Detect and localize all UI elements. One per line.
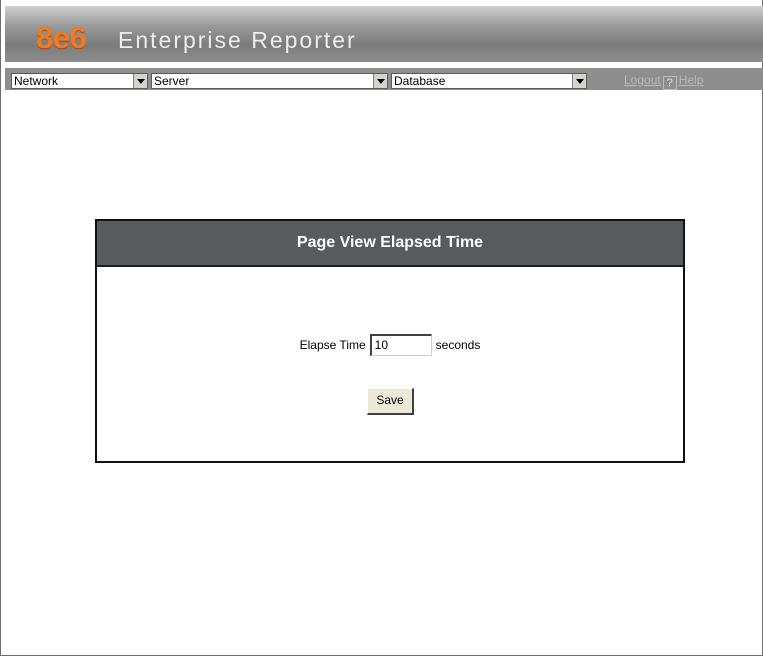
app-header: 8e6 Enterprise Reporter <box>5 6 763 62</box>
chevron-down-icon[interactable] <box>133 74 147 88</box>
help-link[interactable]: Help <box>679 73 704 87</box>
elapsed-time-panel: Page View Elapsed Time Elapse Time 10 seco… <box>95 219 685 463</box>
database-select-value: Database <box>394 74 446 88</box>
elapse-time-label: Elapse Time <box>299 338 366 352</box>
panel-title: Page View Elapsed Time <box>97 221 683 265</box>
chevron-down-icon[interactable] <box>572 74 586 88</box>
seconds-label: seconds <box>435 338 481 352</box>
logout-link[interactable]: Logout <box>624 73 661 87</box>
save-button[interactable]: Save <box>367 388 414 415</box>
logo-text: Enterprise Reporter <box>118 27 357 53</box>
network-select-value: Network <box>14 74 59 88</box>
chevron-down-icon[interactable] <box>373 74 387 88</box>
logo-number: 8e6 <box>36 20 87 55</box>
elapse-time-input[interactable]: 10 <box>369 334 432 356</box>
database-select[interactable]: Database <box>391 73 587 89</box>
network-select[interactable]: Network <box>11 73 148 89</box>
server-select-value: Server <box>154 74 190 88</box>
app-window: 8e6 Enterprise Reporter Network Server D… <box>0 0 763 656</box>
server-select[interactable]: Server <box>151 73 388 89</box>
panel-divider <box>97 265 683 267</box>
elapse-time-row: Elapse Time 10 seconds <box>97 334 683 356</box>
help-icon[interactable]: ? <box>662 76 677 90</box>
header-links: Logout? Help <box>624 73 703 90</box>
